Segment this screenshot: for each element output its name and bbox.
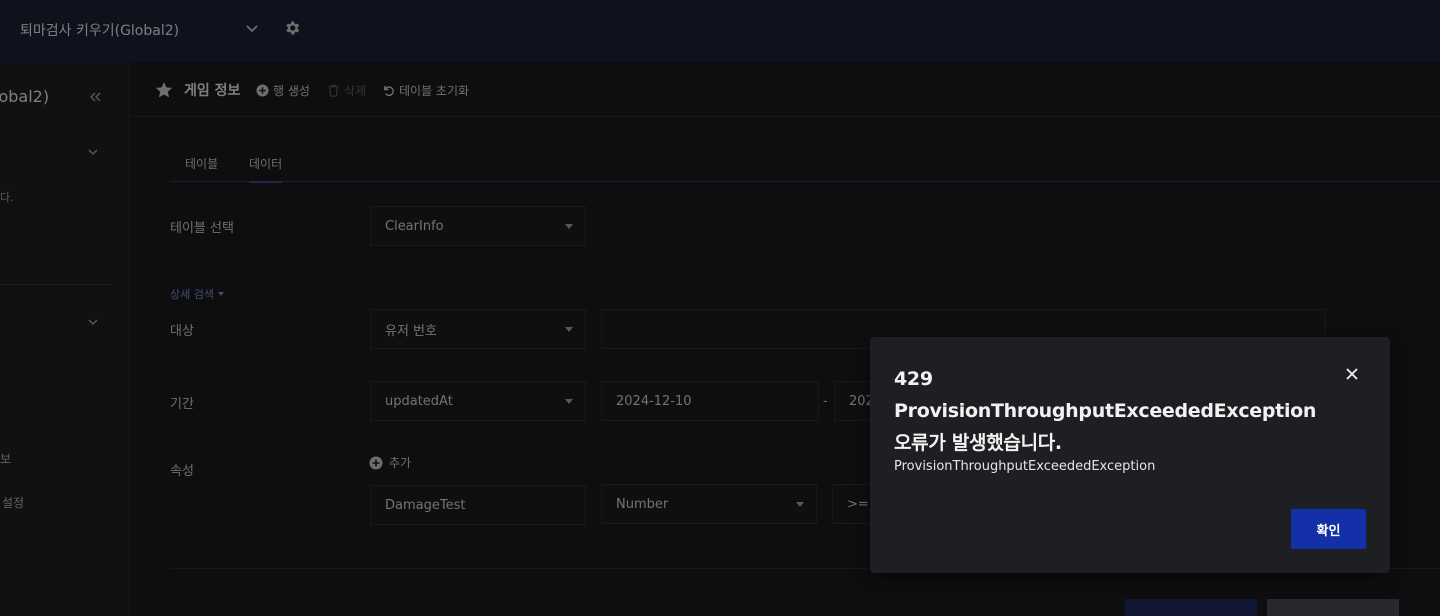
- confirm-button[interactable]: 확인: [1291, 509, 1366, 549]
- error-dialog: 429 ProvisionThroughputExceededException…: [870, 337, 1390, 573]
- error-dialog-title: 429 ProvisionThroughputExceededException…: [894, 368, 1317, 454]
- error-dialog-message: ProvisionThroughputExceededException: [894, 459, 1156, 474]
- close-icon[interactable]: [1345, 367, 1359, 381]
